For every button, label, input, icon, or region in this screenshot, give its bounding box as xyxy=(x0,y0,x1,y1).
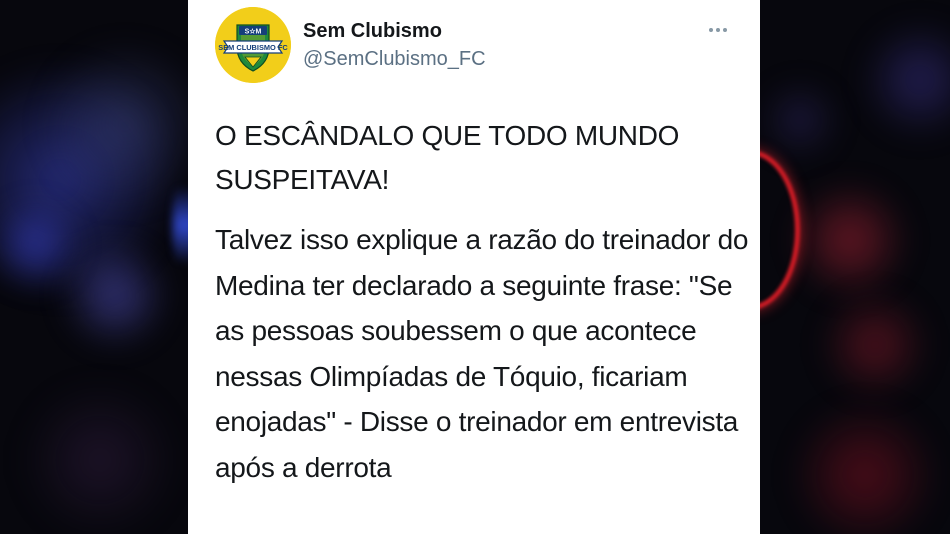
svg-text:S☆M: S☆M xyxy=(245,28,262,36)
tweet-headline: O ESCÂNDALO QUE TODO MUNDO SUSPEITAVA! xyxy=(215,120,680,195)
tweet-card: S☆M SEM CLUBISMO FC Sem Clubismo @SemClu… xyxy=(188,0,760,534)
screenshot-stage: S☆M SEM CLUBISMO FC Sem Clubismo @SemClu… xyxy=(0,0,950,534)
bokeh-light xyxy=(860,20,950,140)
more-options-icon[interactable] xyxy=(701,18,735,42)
tweet-body: Talvez isso explique a razão do treinado… xyxy=(215,224,749,483)
bokeh-light xyxy=(760,80,840,160)
club-badge-logo: S☆M SEM CLUBISMO FC xyxy=(215,7,291,83)
bokeh-light xyxy=(790,180,910,300)
display-name[interactable]: Sem Clubismo xyxy=(303,20,442,43)
dot xyxy=(709,28,713,32)
svg-text:SEM CLUBISMO FC: SEM CLUBISMO FC xyxy=(218,43,288,52)
bokeh-light xyxy=(820,290,930,400)
bokeh-light xyxy=(20,380,180,534)
dot xyxy=(723,28,727,32)
bokeh-light xyxy=(790,400,940,534)
avatar[interactable]: S☆M SEM CLUBISMO FC xyxy=(215,7,291,83)
dot xyxy=(716,28,720,32)
user-handle[interactable]: @SemClubismo_FC xyxy=(303,48,486,71)
